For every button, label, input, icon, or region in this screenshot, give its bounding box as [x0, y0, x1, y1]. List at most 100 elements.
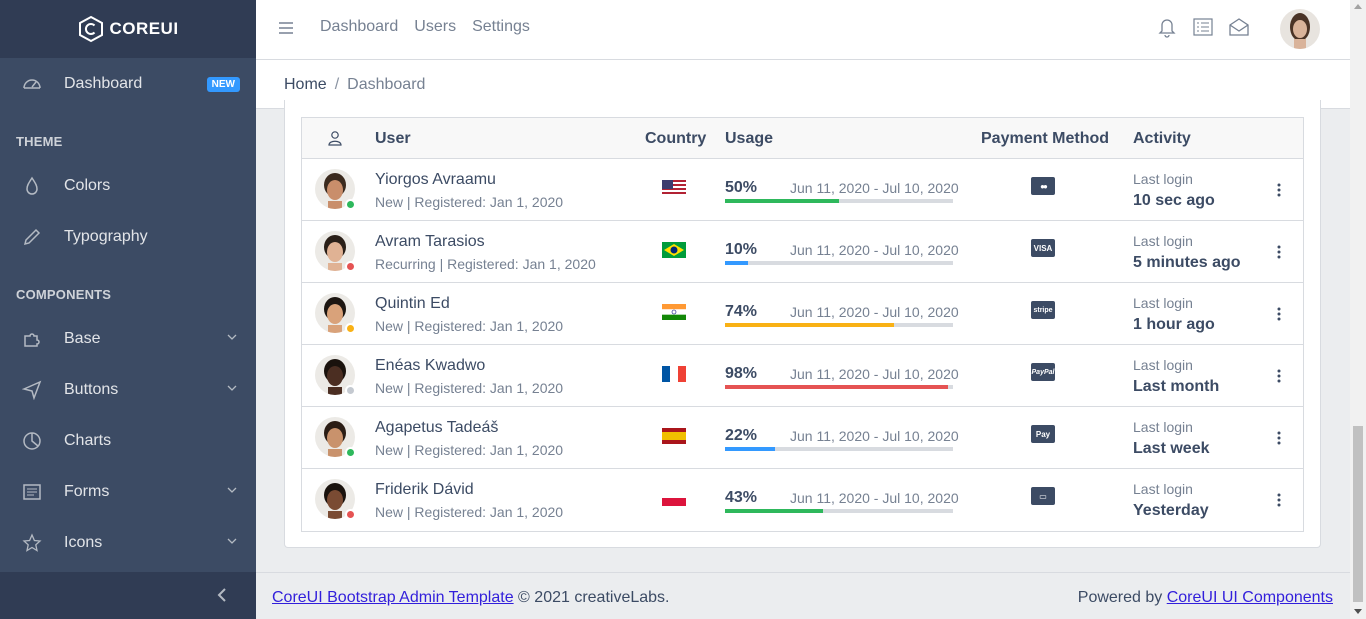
avatar-image	[1280, 9, 1320, 49]
table-row[interactable]: Friderik Dávid New | Registered: Jan 1, …	[302, 469, 1303, 531]
flag-es-icon	[662, 428, 686, 444]
table-row[interactable]: Yiorgos Avraamu New | Registered: Jan 1,…	[302, 159, 1303, 221]
user-meta: Recurring | Registered: Jan 1, 2020	[375, 256, 596, 272]
more-options-icon[interactable]	[1273, 492, 1285, 508]
breadcrumb-separator: /	[334, 76, 340, 93]
status-indicator	[345, 509, 356, 520]
mastercard-icon: ●●	[1031, 177, 1055, 195]
table-header: User Country Usage Payment Method Activi…	[302, 118, 1303, 159]
footer-template-link[interactable]: CoreUI Bootstrap Admin Template	[272, 589, 514, 606]
amex-icon: ▭	[1031, 487, 1055, 505]
users-card: User Country Usage Payment Method Activi…	[284, 100, 1321, 548]
usage-progress-fill	[725, 199, 839, 203]
sidebar-item-colors[interactable]: Colors	[0, 160, 256, 211]
usage-percent: 98%	[725, 365, 758, 382]
sidebar-item-forms[interactable]: Forms	[0, 466, 256, 517]
brand[interactable]: COREUI	[0, 0, 256, 58]
envelope-open-icon[interactable]	[1228, 16, 1250, 38]
header: Dashboard Users Settings	[256, 0, 1350, 60]
header-nav: Dashboard Users Settings	[320, 18, 530, 36]
table-row[interactable]: Avram Tarasios Recurring | Registered: J…	[302, 221, 1303, 283]
flag-in-icon	[662, 304, 686, 320]
sidebar-item-label: Forms	[64, 482, 110, 500]
avatar	[315, 479, 356, 520]
user-avatar[interactable]	[1280, 9, 1320, 49]
usage-range: Jun 11, 2020 - Jul 10, 2020	[790, 490, 959, 506]
coreui-logo-icon	[79, 15, 104, 43]
footer-coreui-link[interactable]: CoreUI UI Components	[1167, 589, 1333, 606]
chevron-down-icon	[227, 334, 237, 340]
scroll-up-arrow-icon[interactable]	[1354, 4, 1362, 9]
column-activity: Activity	[1133, 130, 1191, 147]
chevron-down-icon	[227, 487, 237, 493]
visa-icon: VISA	[1031, 239, 1055, 257]
notes-icon	[23, 483, 41, 500]
avatar	[315, 355, 356, 396]
usage-progress-fill	[725, 447, 776, 451]
avatar	[315, 231, 356, 272]
puzzle-icon	[24, 332, 40, 347]
more-options-icon[interactable]	[1273, 306, 1285, 322]
star-icon	[22, 532, 42, 552]
more-options-icon[interactable]	[1273, 244, 1285, 260]
more-options-icon[interactable]	[1273, 430, 1285, 446]
activity-label: Last login	[1133, 233, 1193, 249]
footer-left: CoreUI Bootstrap Admin Template © 2021 c…	[272, 589, 670, 607]
breadcrumb-home[interactable]: Home	[284, 76, 327, 94]
header-nav-dashboard[interactable]: Dashboard	[320, 18, 398, 36]
sidebar-item-charts[interactable]: Charts	[0, 415, 256, 466]
column-usage: Usage	[725, 130, 774, 147]
header-icons	[1156, 16, 1250, 38]
scroll-down-arrow-icon[interactable]	[1354, 609, 1362, 614]
sidebar-item-typography[interactable]: Typography	[0, 211, 256, 262]
column-user: User	[375, 130, 411, 147]
usage-progress-bar	[725, 261, 953, 265]
sidebar-item-label: Dashboard	[64, 74, 143, 92]
stripe-icon: stripe	[1031, 301, 1055, 319]
sidebar-item-icons[interactable]: Icons	[0, 517, 256, 568]
table-body: Yiorgos Avraamu New | Registered: Jan 1,…	[302, 159, 1303, 531]
activity-value: Yesterday	[1133, 502, 1209, 519]
bell-icon[interactable]	[1156, 16, 1178, 38]
user-meta: New | Registered: Jan 1, 2020	[375, 442, 564, 458]
usage-progress-bar	[725, 385, 953, 389]
usage-percent: 74%	[725, 303, 758, 320]
list-icon[interactable]	[1192, 16, 1214, 38]
sidebar-item-dashboard[interactable]: Dashboard NEW	[0, 58, 256, 109]
more-options-icon[interactable]	[1273, 368, 1285, 384]
sidebar-item-base[interactable]: Base	[0, 313, 256, 364]
sidebar: COREUI Dashboard NEW THEME Colors Typogr…	[0, 0, 256, 619]
avatar	[315, 417, 356, 458]
usage-progress-fill	[725, 385, 949, 389]
column-country: Country	[645, 130, 707, 147]
header-nav-users[interactable]: Users	[414, 18, 456, 36]
activity-label: Last login	[1133, 295, 1193, 311]
usage-range: Jun 11, 2020 - Jul 10, 2020	[790, 180, 959, 196]
chevron-down-icon	[227, 538, 237, 544]
activity-label: Last login	[1133, 357, 1193, 373]
sidebar-item-label: Icons	[64, 533, 103, 551]
avatar	[315, 169, 356, 210]
header-nav-settings[interactable]: Settings	[472, 18, 530, 36]
usage-percent: 22%	[725, 427, 758, 444]
sidebar-item-buttons[interactable]: Buttons	[0, 364, 256, 415]
usage-progress-fill	[725, 323, 894, 327]
table-row[interactable]: Quintin Ed New | Registered: Jan 1, 2020…	[302, 283, 1303, 345]
table-row[interactable]: Enéas Kwadwo New | Registered: Jan 1, 20…	[302, 345, 1303, 407]
user-meta: New | Registered: Jan 1, 2020	[375, 318, 564, 334]
scrollbar-thumb[interactable]	[1353, 426, 1363, 602]
activity-value: 1 hour ago	[1133, 316, 1215, 333]
page-scrollbar[interactable]	[1350, 0, 1366, 619]
menu-icon[interactable]	[278, 20, 294, 36]
footer-right: Powered by CoreUI UI Components	[1078, 589, 1333, 607]
brand-name: COREUI	[109, 19, 179, 38]
flag-pl-icon	[662, 490, 686, 506]
sidebar-section-theme: THEME	[16, 134, 63, 149]
more-options-icon[interactable]	[1273, 182, 1285, 198]
breadcrumb-current: Dashboard	[347, 76, 426, 93]
avatar	[315, 293, 356, 334]
sidebar-minimize-button[interactable]	[0, 572, 256, 619]
breadcrumb: Home / Dashboard	[284, 76, 425, 94]
table-row[interactable]: Agapetus Tadeáš New | Registered: Jan 1,…	[302, 407, 1303, 469]
usage-range: Jun 11, 2020 - Jul 10, 2020	[790, 304, 959, 320]
